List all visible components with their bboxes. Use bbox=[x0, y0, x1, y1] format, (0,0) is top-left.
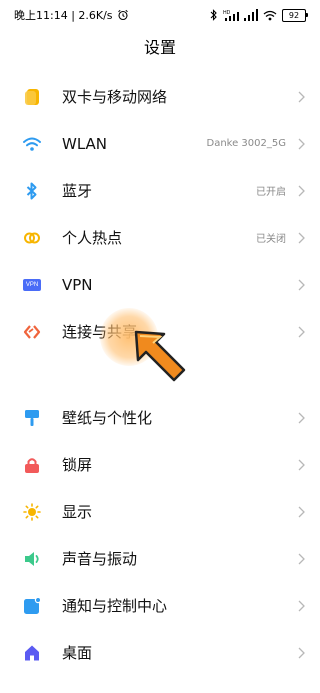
chevron-right-icon bbox=[296, 646, 306, 660]
hotspot-icon bbox=[22, 228, 42, 248]
status-bar: 晚上11:14 | 2.6K/s HD 92 bbox=[0, 0, 320, 30]
chevron-right-icon bbox=[296, 231, 306, 245]
settings-item-label: VPN bbox=[62, 275, 93, 294]
settings-item-wlan[interactable]: WLAN Danke 3002_5G bbox=[0, 120, 320, 167]
settings-item-sound[interactable]: 声音与振动 bbox=[0, 535, 320, 582]
lock-screen-icon bbox=[22, 455, 42, 475]
alarm-icon bbox=[117, 9, 128, 21]
settings-item-value: 已开启 bbox=[256, 187, 286, 198]
wifi-status-icon bbox=[263, 10, 277, 20]
status-time-speed: 晚上11:14 | 2.6K/s bbox=[14, 9, 113, 22]
vpn-icon: VPN bbox=[22, 275, 42, 295]
settings-item-label: 双卡与移动网络 bbox=[62, 88, 168, 106]
display-sun-icon bbox=[22, 502, 42, 522]
settings-item-label: WLAN bbox=[62, 134, 108, 153]
bluetooth-status-icon bbox=[210, 9, 217, 21]
sim-card-icon bbox=[22, 87, 42, 107]
chevron-right-icon bbox=[296, 505, 306, 519]
settings-item-label: 锁屏 bbox=[62, 456, 93, 474]
status-left: 晚上11:14 | 2.6K/s bbox=[14, 7, 129, 23]
notification-icon bbox=[22, 596, 42, 616]
settings-item-label: 显示 bbox=[62, 503, 93, 521]
chevron-right-icon bbox=[296, 325, 306, 339]
settings-item-lock-screen[interactable]: 锁屏 bbox=[0, 441, 320, 488]
settings-item-bluetooth[interactable]: 蓝牙 已开启 bbox=[0, 167, 320, 214]
chevron-right-icon bbox=[296, 552, 306, 566]
connection-sharing-icon bbox=[22, 322, 42, 342]
sound-icon bbox=[22, 549, 42, 569]
signal-icon bbox=[244, 9, 258, 21]
bluetooth-icon bbox=[22, 181, 42, 201]
settings-item-display[interactable]: 显示 bbox=[0, 488, 320, 535]
settings-item-label: 个人热点 bbox=[62, 229, 123, 247]
chevron-right-icon bbox=[296, 458, 306, 472]
settings-item-value: 已关闭 bbox=[256, 234, 286, 245]
settings-item-vpn[interactable]: VPN VPN bbox=[0, 261, 320, 308]
settings-item-label: 蓝牙 bbox=[62, 182, 93, 200]
page-title: 设置 bbox=[143, 38, 176, 57]
svg-text:HD: HD bbox=[223, 10, 231, 16]
status-right: HD 92 bbox=[210, 8, 308, 22]
settings-item-label: 桌面 bbox=[62, 644, 93, 662]
pointer-arrow-icon bbox=[134, 330, 186, 382]
chevron-right-icon bbox=[296, 411, 306, 425]
wallpaper-icon bbox=[22, 408, 42, 428]
settings-item-label: 壁纸与个性化 bbox=[62, 409, 153, 427]
settings-item-notification[interactable]: 通知与控制中心 bbox=[0, 582, 320, 629]
vpn-icon-text: VPN bbox=[23, 278, 41, 291]
chevron-right-icon bbox=[296, 137, 306, 151]
battery-icon: 92 bbox=[282, 8, 308, 22]
settings-item-hotspot[interactable]: 个人热点 已关闭 bbox=[0, 214, 320, 261]
settings-item-label: 声音与振动 bbox=[62, 550, 138, 568]
settings-item-dual-sim[interactable]: 双卡与移动网络 bbox=[0, 73, 320, 120]
home-icon bbox=[22, 643, 42, 663]
settings-item-label: 通知与控制中心 bbox=[62, 597, 168, 615]
hd-signal-icon: HD bbox=[223, 10, 239, 21]
chevron-right-icon bbox=[296, 184, 306, 198]
wifi-icon bbox=[22, 134, 42, 154]
battery-level: 92 bbox=[288, 10, 300, 20]
chevron-right-icon bbox=[296, 90, 306, 104]
settings-item-home-screen[interactable]: 桌面 bbox=[0, 629, 320, 676]
chevron-right-icon bbox=[296, 278, 306, 292]
settings-item-wallpaper[interactable]: 壁纸与个性化 bbox=[0, 394, 320, 441]
settings-item-value: Danke 3002_5G bbox=[206, 138, 287, 149]
chevron-right-icon bbox=[296, 599, 306, 613]
